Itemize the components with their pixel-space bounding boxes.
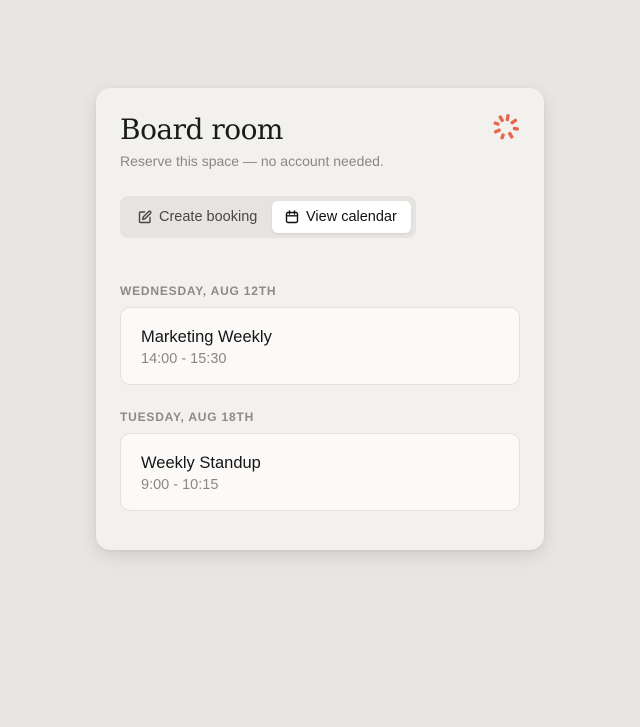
- day-header: TUESDAY, AUG 18TH: [120, 410, 255, 424]
- booking-card: Board room Reserve this space — no accou…: [96, 88, 544, 550]
- edit-icon: [138, 210, 152, 224]
- view-calendar-button[interactable]: View calendar: [272, 201, 411, 233]
- view-calendar-label: View calendar: [306, 209, 397, 225]
- create-booking-label: Create booking: [159, 209, 258, 225]
- spinner-burst-icon: [493, 114, 519, 140]
- day-header: WEDNESDAY, AUG 12TH: [120, 284, 277, 298]
- view-toggle: Create booking View calendar: [120, 196, 416, 238]
- create-booking-button[interactable]: Create booking: [125, 201, 267, 233]
- event-card[interactable]: Marketing Weekly 14:00 - 15:30: [120, 307, 520, 385]
- page-title: Board room: [120, 113, 284, 146]
- event-card[interactable]: Weekly Standup 9:00 - 10:15: [120, 433, 520, 511]
- calendar-icon: [285, 210, 299, 224]
- page-subtitle: Reserve this space — no account needed.: [120, 153, 384, 169]
- event-title: Marketing Weekly: [141, 328, 272, 346]
- event-time: 14:00 - 15:30: [141, 351, 227, 367]
- event-time: 9:00 - 10:15: [141, 477, 219, 493]
- event-title: Weekly Standup: [141, 454, 261, 472]
